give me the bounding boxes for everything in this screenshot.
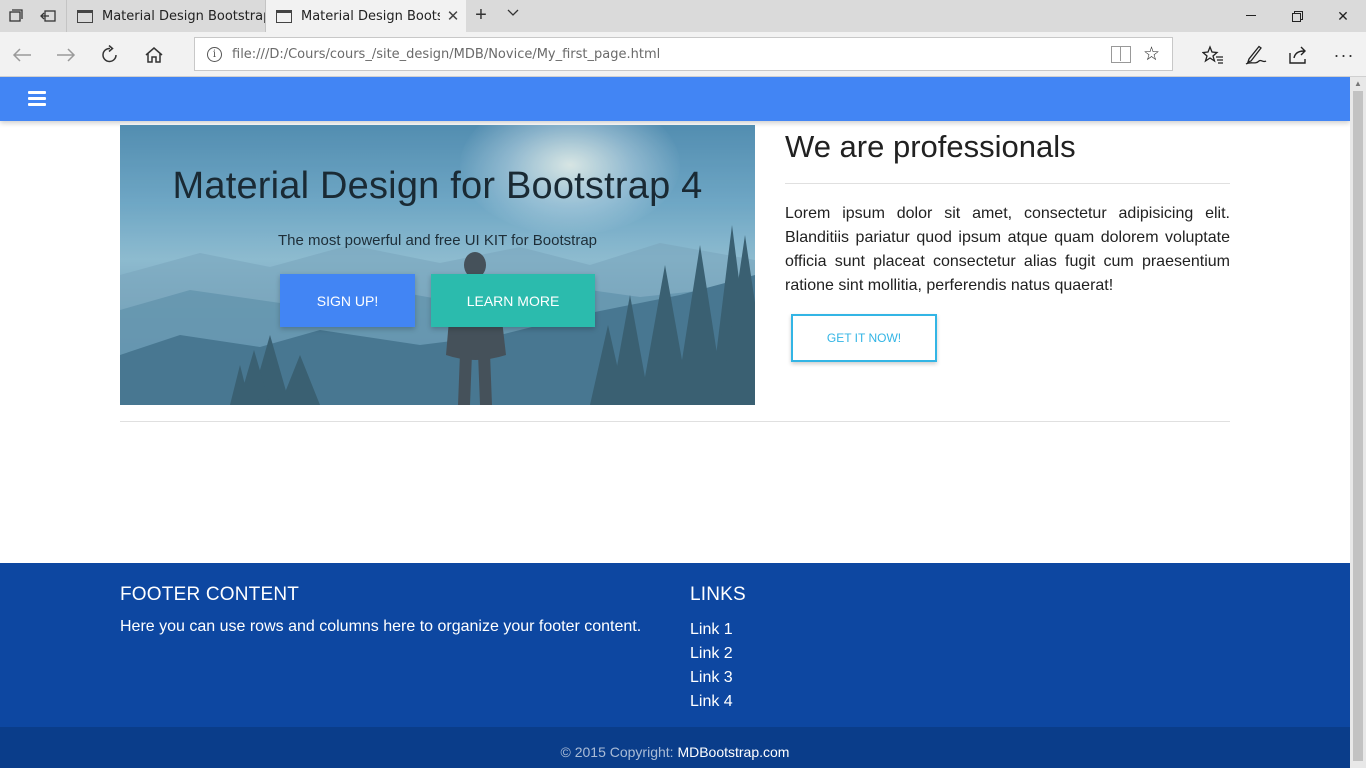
hero-title: Material Design for Bootstrap 4 <box>172 165 703 207</box>
footer-link-2[interactable]: Link 2 <box>690 642 733 666</box>
hamburger-menu-icon[interactable] <box>28 91 46 107</box>
more-options-icon[interactable]: ··· <box>1329 40 1359 70</box>
tab-preview-icon[interactable] <box>6 6 26 26</box>
address-url[interactable]: file:///D:/Cours/cours_/site_design/MDB/… <box>232 47 1111 62</box>
page-favicon-icon <box>276 9 292 23</box>
hero-card: Material Design for Bootstrap 4 The most… <box>120 125 755 405</box>
page-scrollbar[interactable]: ▲ <box>1350 77 1366 768</box>
favorite-star-icon[interactable]: ☆ <box>1143 43 1160 66</box>
web-note-icon[interactable] <box>1241 40 1271 70</box>
chevron-down-icon[interactable] <box>502 6 524 26</box>
new-tab-icon[interactable]: + <box>470 5 492 27</box>
copyright-text: © 2015 Copyright: <box>560 744 678 760</box>
browser-tab-2[interactable]: Material Design Bootstr ✕ <box>266 0 466 32</box>
footer-link-1[interactable]: Link 1 <box>690 618 733 642</box>
site-navbar <box>0 77 1350 121</box>
browser-tab-bar: Material Design Bootstrap Material Desig… <box>0 0 1366 32</box>
tab-title: Material Design Bootstrap <box>102 8 265 24</box>
section-divider <box>120 421 1230 422</box>
page-footer: Footer Content Here you can use rows and… <box>0 563 1350 727</box>
forward-icon[interactable] <box>51 40 81 70</box>
footer-copyright: © 2015 Copyright: MDBootstrap.com <box>0 727 1350 768</box>
intro-heading: We are professionals <box>785 129 1076 164</box>
favorites-hub-icon[interactable] <box>1198 40 1228 70</box>
close-tab-icon[interactable]: ✕ <box>440 7 466 25</box>
set-tabs-aside-icon[interactable] <box>38 6 58 26</box>
intro-divider <box>785 183 1230 184</box>
page-viewport: Material Design for Bootstrap 4 The most… <box>0 77 1350 768</box>
sign-up-button[interactable]: Sign up! <box>280 274 415 327</box>
footer-links-list: Link 1 Link 2 Link 3 Link 4 <box>690 618 733 714</box>
close-window-icon[interactable]: ✕ <box>1320 0 1366 32</box>
browser-nav-bar: i file:///D:/Cours/cours_/site_design/MD… <box>0 32 1366 77</box>
browser-tab-1[interactable]: Material Design Bootstrap <box>66 0 266 32</box>
footer-links-title: Links <box>690 584 746 605</box>
intro-paragraph: Lorem ipsum dolor sit amet, consectetur … <box>785 205 1230 294</box>
address-bar[interactable]: i file:///D:/Cours/cours_/site_design/MD… <box>194 37 1173 71</box>
footer-content-title: Footer Content <box>120 584 300 605</box>
minimize-icon[interactable] <box>1228 0 1274 32</box>
back-icon[interactable] <box>7 40 37 70</box>
get-it-now-button[interactable]: Get it now! <box>791 314 937 362</box>
page-favicon-icon <box>77 9 93 23</box>
hero-subtitle: The most powerful and free UI KIT for Bo… <box>277 232 598 249</box>
footer-description: Here you can use rows and columns here t… <box>120 618 642 635</box>
learn-more-button[interactable]: Learn more <box>431 274 595 327</box>
tab-title: Material Design Bootstr <box>301 8 440 24</box>
copyright-link[interactable]: MDBootstrap.com <box>677 744 789 760</box>
scrollbar-thumb[interactable] <box>1353 91 1363 761</box>
restore-icon[interactable] <box>1274 0 1320 32</box>
share-icon[interactable] <box>1284 40 1314 70</box>
footer-link-4[interactable]: Link 4 <box>690 690 733 714</box>
scroll-up-icon[interactable]: ▲ <box>1354 79 1362 88</box>
intro-section: We are professionals Lorem ipsum dolor s… <box>785 125 1230 362</box>
home-icon[interactable] <box>139 40 169 70</box>
reading-view-icon[interactable] <box>1110 45 1131 63</box>
footer-link-3[interactable]: Link 3 <box>690 666 733 690</box>
refresh-icon[interactable] <box>95 40 125 70</box>
site-info-icon[interactable]: i <box>207 46 222 62</box>
